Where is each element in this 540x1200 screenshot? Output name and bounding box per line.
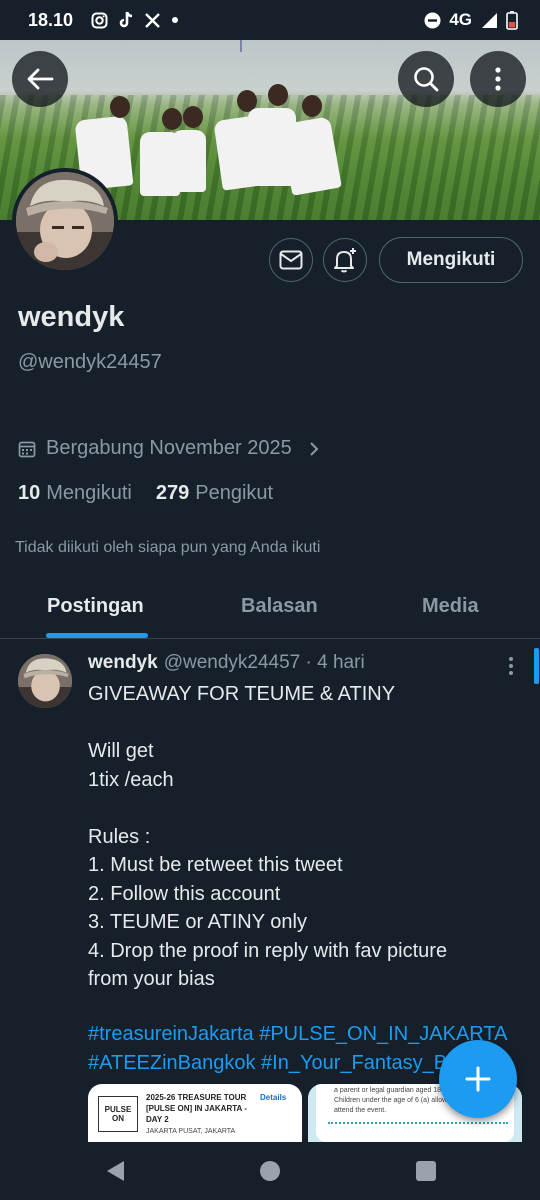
status-right: 4G: [424, 10, 518, 30]
tab-media[interactable]: Media: [422, 595, 479, 618]
media1-title: 2025-26 TREASURE TOUR [PULSE ON] IN JAKA…: [146, 1093, 247, 1124]
following-button[interactable]: Mengikuti: [379, 237, 523, 283]
nav-back-icon[interactable]: [104, 1159, 126, 1183]
post-header: wendyk @wendyk24457 · 4 hari: [88, 652, 365, 674]
following-count[interactable]: 10 Mengikuti: [18, 482, 132, 505]
active-tab-indicator: [46, 633, 148, 638]
profile-handle: @wendyk24457: [18, 351, 162, 373]
signal-icon: [482, 12, 497, 28]
post-author-name[interactable]: wendyk: [88, 652, 158, 673]
envelope-icon: [279, 250, 303, 270]
join-date-text: Bergabung November 2025: [46, 437, 292, 459]
x-logo-icon: [145, 12, 160, 28]
bell-plus-icon: [334, 248, 356, 273]
search-button[interactable]: [398, 51, 454, 107]
post-time: · 4 hari: [305, 652, 365, 673]
scroll-indicator: [534, 648, 539, 684]
media1-location: JAKARTA PUSAT, JAKARTA: [146, 1128, 236, 1135]
battery-icon: [506, 11, 518, 30]
media1-details: Details: [260, 1093, 287, 1102]
tab-postingan[interactable]: Postingan: [47, 595, 144, 618]
plus-icon: [465, 1066, 491, 1092]
calendar-icon: [18, 441, 36, 457]
tab-balasan[interactable]: Balasan: [241, 595, 318, 618]
more-options-button[interactable]: [470, 51, 526, 107]
post-author-avatar[interactable]: [18, 654, 72, 708]
instagram-icon: [91, 12, 108, 28]
chevron-right-icon: [310, 441, 319, 456]
nav-home-icon[interactable]: [259, 1160, 281, 1182]
compose-post-button[interactable]: [439, 1040, 517, 1118]
join-date[interactable]: Bergabung November 2025: [18, 437, 320, 460]
status-bar: 18.10 4G: [0, 0, 540, 40]
status-time: 18.10: [28, 9, 74, 30]
back-button[interactable]: [12, 51, 68, 107]
profile-name: wendyk: [18, 301, 125, 333]
media1-logo: PULSE ON: [98, 1096, 138, 1132]
more-vertical-icon: [495, 67, 501, 91]
post-text: GIVEAWAY FOR TEUME & ATINY Will get 1tix…: [88, 683, 448, 990]
network-type: 4G: [449, 10, 472, 29]
avatar-image: [18, 654, 72, 708]
dot-icon: [172, 17, 179, 23]
post-media-1[interactable]: PULSE ON 2025-26 TREASURE TOUR [PULSE ON…: [88, 1084, 302, 1142]
nav-recents-icon[interactable]: [415, 1160, 437, 1182]
post-more-icon[interactable]: [506, 656, 516, 676]
tiktok-icon: [119, 11, 133, 28]
followers-count[interactable]: 279 Pengikut: [156, 482, 273, 505]
follow-counts: 10 Mengikuti 279 Pengikut: [18, 482, 273, 505]
do-not-disturb-icon: [424, 12, 441, 28]
notifications-button[interactable]: [323, 238, 367, 282]
notification-icons: [91, 11, 179, 29]
message-button[interactable]: [269, 238, 313, 282]
followed-by-note: Tidak diikuti oleh siapa pun yang Anda i…: [15, 539, 321, 556]
arrow-left-icon: [27, 68, 54, 90]
post-author-handle: @wendyk24457: [163, 652, 301, 673]
search-icon: [414, 67, 439, 92]
profile-avatar[interactable]: [12, 168, 118, 274]
avatar-image: [16, 172, 114, 270]
system-nav-bar: [0, 1142, 540, 1200]
profile-tabs: Postingan Balasan Media: [0, 583, 540, 639]
